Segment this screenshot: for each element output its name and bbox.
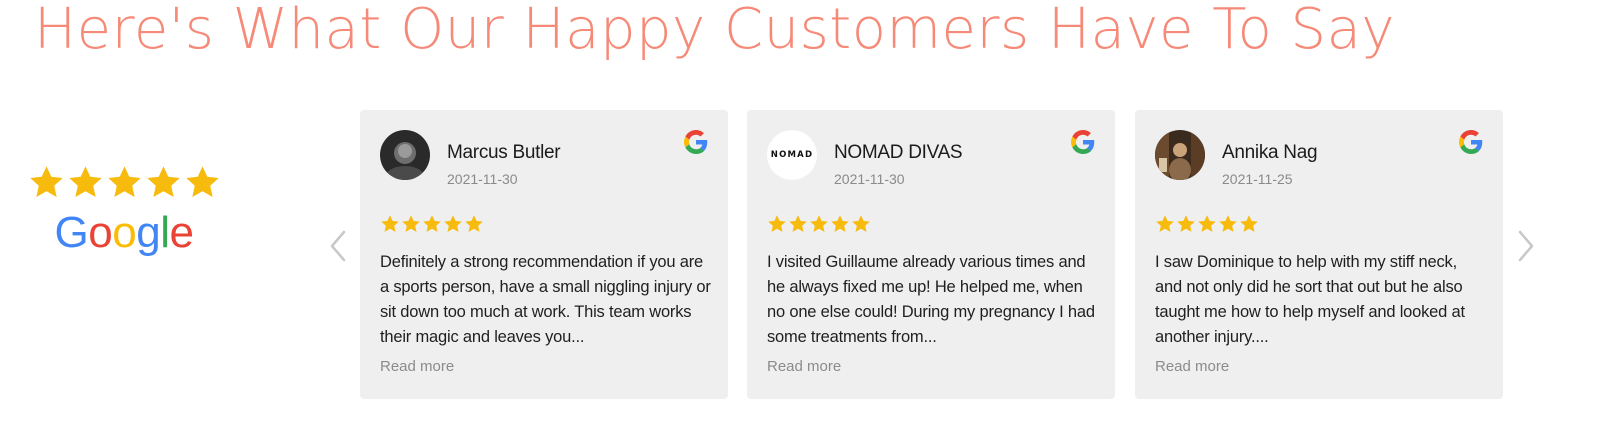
google-logo-letter: o: [112, 208, 137, 257]
review-card: Marcus Butler 2021-11-30 Definitely a st…: [360, 110, 728, 399]
google-rating-summary: Google: [26, 164, 222, 257]
star-icon: [1219, 215, 1237, 232]
review-card: NOMAD NOMAD DIVAS 2021-11-30 I visited G…: [747, 110, 1115, 399]
star-icon: [465, 215, 483, 232]
star-icon: [423, 215, 441, 232]
star-icon: [810, 215, 828, 232]
review-stars: [380, 214, 484, 234]
google-logo-letter: o: [88, 208, 113, 257]
star-icon: [402, 215, 420, 232]
google-logo-letter: G: [54, 208, 89, 257]
star-icon: [1177, 215, 1195, 232]
review-text: I saw Dominique to help with my stiff ne…: [1155, 253, 1465, 346]
review-card: Annika Nag 2021-11-25 I saw Dominique to…: [1135, 110, 1503, 399]
star-icon: [831, 215, 849, 232]
summary-stars: [26, 164, 222, 201]
star-icon: [29, 166, 63, 197]
star-icon: [107, 166, 141, 197]
reviewer-name: Marcus Butler: [447, 142, 561, 163]
star-icon: [789, 215, 807, 232]
avatar-logo-text: NOMAD: [767, 130, 817, 180]
star-icon: [185, 166, 219, 197]
star-icon: [444, 215, 462, 232]
avatar: NOMAD: [767, 130, 817, 180]
section-heading: Here's What Our Happy Customers Have To …: [34, 0, 1396, 62]
google-logo-letter: g: [136, 208, 161, 257]
read-more-link[interactable]: Read more: [1155, 358, 1229, 376]
google-g-icon: [1459, 130, 1483, 154]
star-icon: [68, 166, 102, 197]
carousel-next-button[interactable]: [1514, 228, 1538, 264]
star-icon: [1198, 215, 1216, 232]
avatar: [1155, 130, 1205, 180]
google-logo-letter: l: [160, 208, 170, 257]
google-logo: Google: [26, 209, 222, 257]
star-icon: [852, 215, 870, 232]
review-stars: [1155, 214, 1259, 234]
avatar: [380, 130, 430, 180]
review-date: 2021-11-30: [447, 171, 518, 187]
chevron-right-icon: [1518, 230, 1534, 262]
review-date: 2021-11-30: [834, 171, 905, 187]
reviewer-name: Annika Nag: [1222, 142, 1318, 163]
chevron-left-icon: [330, 230, 346, 262]
google-g-icon: [684, 130, 708, 154]
star-icon: [146, 166, 180, 197]
read-more-link[interactable]: Read more: [380, 358, 454, 376]
star-icon: [1240, 215, 1258, 232]
carousel-prev-button[interactable]: [326, 228, 350, 264]
review-text: I visited Guillaume already various time…: [767, 253, 1095, 346]
star-icon: [1156, 215, 1174, 232]
review-date: 2021-11-25: [1222, 171, 1293, 187]
star-icon: [768, 215, 786, 232]
google-g-icon: [1071, 130, 1095, 154]
google-logo-letter: e: [169, 208, 194, 257]
review-text: Definitely a strong recommendation if yo…: [380, 253, 711, 346]
review-stars: [767, 214, 871, 234]
reviewer-name: NOMAD DIVAS: [834, 142, 963, 163]
read-more-link[interactable]: Read more: [767, 358, 841, 376]
star-icon: [381, 215, 399, 232]
